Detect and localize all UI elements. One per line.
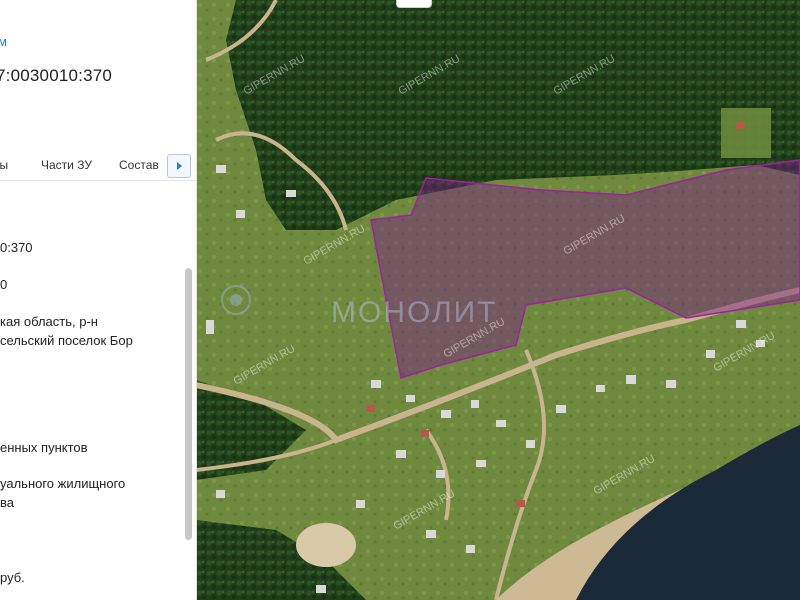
map-control-button[interactable]	[396, 0, 432, 8]
panel-link[interactable]: м	[0, 34, 7, 49]
tabs-next-button[interactable]	[167, 154, 191, 178]
info-address-line-2: сельский поселок Бор	[0, 333, 133, 348]
tab-composition[interactable]: Состав	[119, 158, 159, 172]
info-number: 0:370	[0, 240, 33, 255]
info-address-line-1: кая область, р-н	[0, 314, 98, 329]
triangle-right-icon	[177, 162, 182, 170]
satellite-map[interactable]: GIPERNN.RU GIPERNN.RU GIPERNN.RU GIPERNN…	[196, 0, 800, 600]
panel-scrollbar[interactable]	[185, 268, 192, 540]
clearing	[721, 108, 771, 158]
tab-objects[interactable]: ты	[0, 158, 8, 172]
info-use-line-2: ва	[0, 495, 14, 510]
sand-patch	[296, 523, 356, 567]
logo-text: МОНОЛИТ	[331, 296, 498, 329]
info-value: руб.	[0, 570, 25, 585]
cadastral-number: 7:0030010:370	[0, 66, 113, 85]
tab-parts[interactable]: Части ЗУ	[41, 158, 92, 172]
info-category: енных пунктов	[0, 440, 88, 455]
map-canvas: GIPERNN.RU GIPERNN.RU GIPERNN.RU GIPERNN…	[196, 0, 800, 600]
info-use-line-1: уального жилищного	[0, 476, 126, 491]
tab-bar: ты Части ЗУ Состав	[0, 152, 196, 181]
info-panel: м 7:0030010:370 ты Части ЗУ Состав 0:370…	[0, 0, 197, 600]
info-quarter: 0	[0, 277, 8, 292]
